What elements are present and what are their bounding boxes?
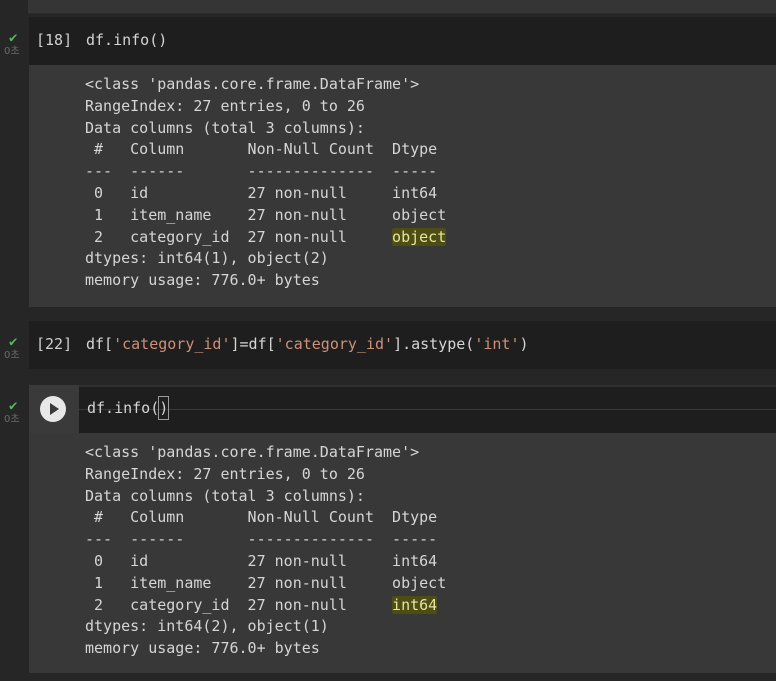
output-text: <class 'pandas.core.frame.DataFrame'> Ra… <box>85 74 447 292</box>
code-token: ) <box>519 335 529 353</box>
output-line: 0 id 27 non-null int64 <box>85 551 447 570</box>
highlighted-dtype: int64 <box>392 595 438 614</box>
output-line: 2 category_id 27 non-null <box>85 595 393 614</box>
output-line: 1 item_name 27 non-null object <box>85 573 447 592</box>
check-icon: ✔ <box>9 30 18 46</box>
code-editor[interactable]: df.info() <box>79 385 776 433</box>
code-text[interactable]: df.info() <box>87 396 170 420</box>
output-line: <class 'pandas.core.frame.DataFrame'> <box>85 75 420 93</box>
output-line: memory usage: 776.0+ bytes <box>85 639 320 658</box>
code-cell-active[interactable]: ✔ 0초 df.info() <class 'pandas.core.frame… <box>0 385 776 673</box>
code-token: df.info( <box>87 399 160 417</box>
execution-time: 0초 <box>4 414 20 425</box>
output-line: --- ------ -------------- ----- <box>85 162 447 181</box>
output-line: Data columns (total 3 columns): <box>85 118 365 137</box>
editor-border <box>79 385 776 387</box>
output-line: RangeIndex: 27 entries, 0 to 26 <box>85 96 365 115</box>
highlighted-dtype: object <box>392 227 447 246</box>
cell-output: <class 'pandas.core.frame.DataFrame'> Ra… <box>29 433 776 673</box>
execution-count: [22] <box>36 335 73 353</box>
code-editor[interactable]: [18] df.info() <box>29 17 776 65</box>
cell-output: <class 'pandas.core.frame.DataFrame'> Ra… <box>29 65 776 307</box>
output-text: <class 'pandas.core.frame.DataFrame'> Ra… <box>85 442 446 660</box>
execution-time: 0초 <box>4 350 20 361</box>
code-token: ].astype( <box>393 335 475 353</box>
output-line: RangeIndex: 27 entries, 0 to 26 <box>85 464 365 483</box>
run-cell-button[interactable] <box>40 396 66 422</box>
output-line: 0 id 27 non-null int64 <box>85 183 447 202</box>
code-token: ]=df[ <box>230 335 276 353</box>
bracket-match-cursor: ) <box>158 396 170 420</box>
code-editor[interactable]: [22] df['category_id']=df['category_id']… <box>29 321 776 369</box>
code-cell-22[interactable]: ✔ 0초 [22] df['category_id']=df['category… <box>0 321 776 369</box>
code-text[interactable]: df['category_id']=df['category_id'].asty… <box>86 333 529 355</box>
output-line: 2 category_id 27 non-null <box>85 227 393 246</box>
output-line: memory usage: 776.0+ bytes <box>85 271 320 290</box>
string-literal: 'category_id' <box>113 335 231 353</box>
execution-count: [18] <box>36 31 73 49</box>
string-literal: 'int' <box>474 335 520 353</box>
code-text[interactable]: df.info() <box>86 29 167 51</box>
run-area <box>29 385 79 433</box>
check-icon: ✔ <box>9 334 18 350</box>
output-line: dtypes: int64(1), object(2) <box>85 249 329 268</box>
string-literal: 'category_id' <box>275 335 394 353</box>
output-line: # Column Non-Null Count Dtype <box>85 508 447 527</box>
code-cell-18[interactable]: ✔ 0초 [18] df.info() <class 'pandas.core.… <box>0 17 776 307</box>
editor-line-guide <box>79 409 776 410</box>
output-line: dtypes: int64(2), object(1) <box>85 617 329 636</box>
previous-cell-bottom <box>28 0 776 14</box>
output-line: --- ------ -------------- ----- <box>85 530 447 549</box>
output-line: <class 'pandas.core.frame.DataFrame'> <box>85 443 420 461</box>
code-token: df[ <box>86 335 114 353</box>
check-icon: ✔ <box>9 398 18 414</box>
output-line: 1 item_name 27 non-null object <box>85 205 447 224</box>
play-icon <box>50 403 59 415</box>
execution-time: 0초 <box>4 46 20 57</box>
output-line: Data columns (total 3 columns): <box>85 486 365 505</box>
output-line: # Column Non-Null Count Dtype <box>85 140 447 159</box>
